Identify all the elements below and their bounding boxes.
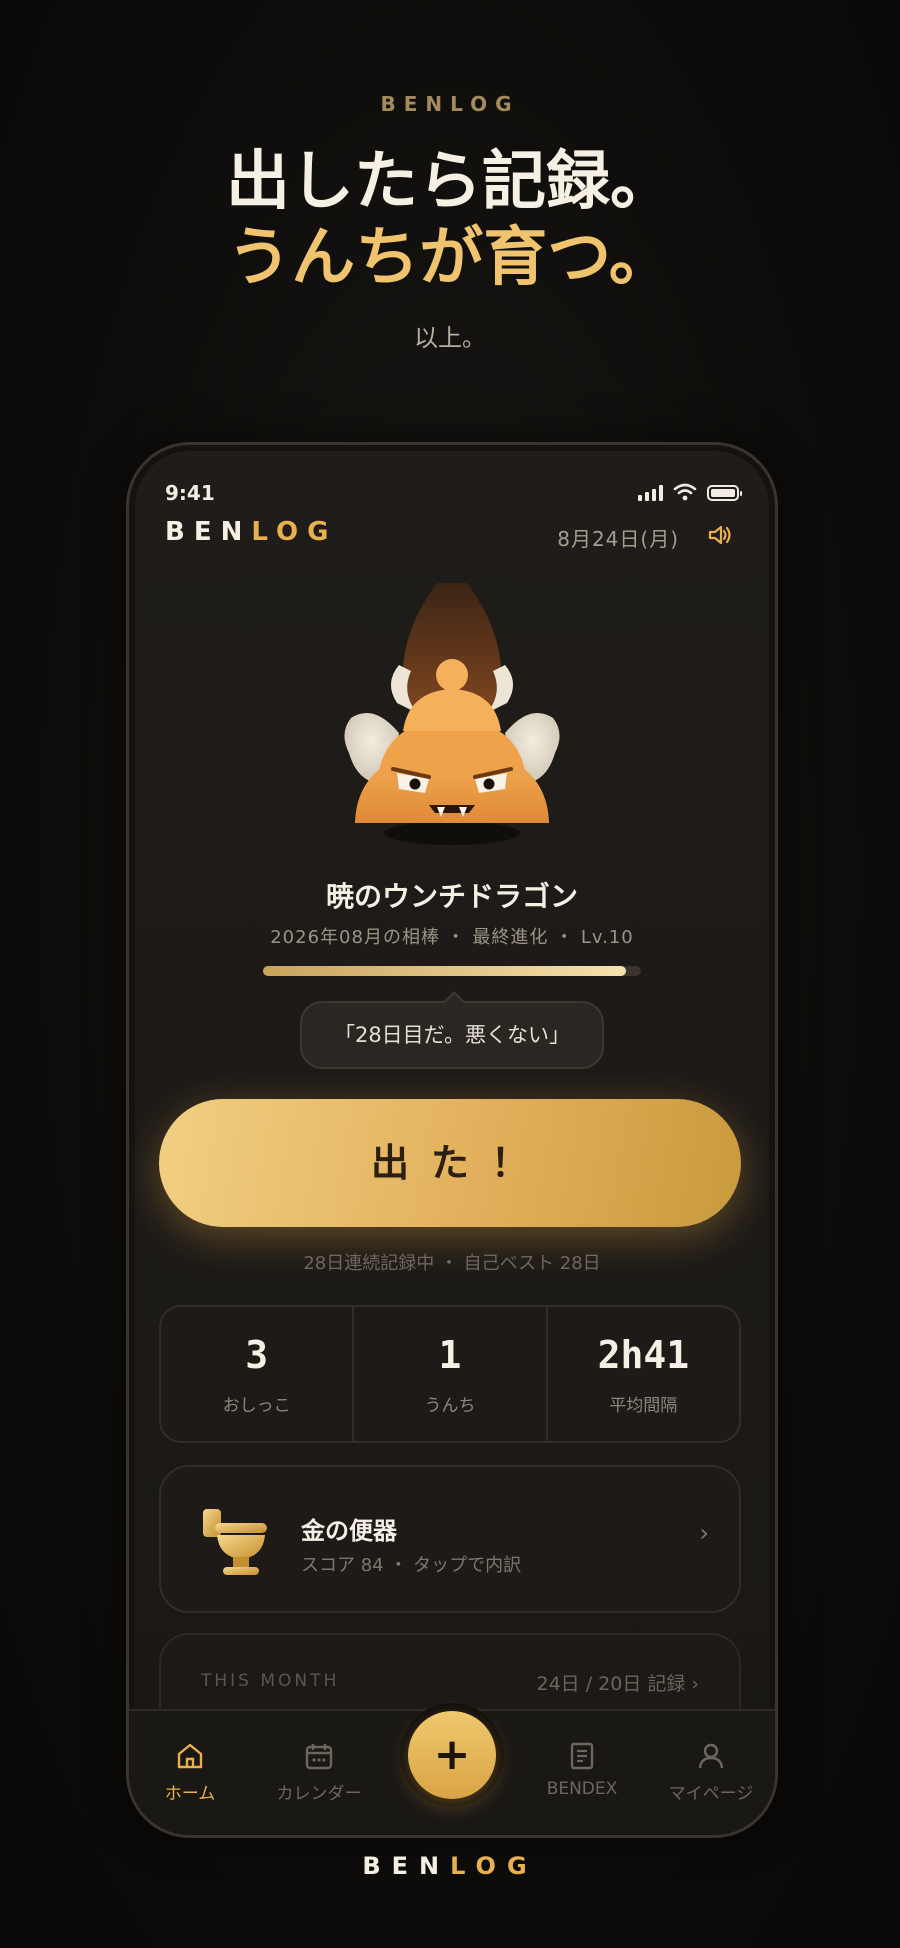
xp-bar-fill [263,966,626,976]
stat-value: 1 [438,1333,462,1377]
home-icon [177,1743,203,1769]
calendar-icon [305,1744,333,1770]
xp-bar [263,966,641,976]
current-date: 8月24日(月) [557,527,679,551]
status-time: 9:41 [165,481,215,505]
pet-meta: 2026年08月の相棒 ・ 最終進化 ・ Lv.10 [270,927,634,948]
stat-interval: 2h41 平均間隔 [548,1307,739,1441]
stat-label: おしっこ [222,1396,291,1416]
streak-text: 28日連続記録中 ・ 自己ベスト 28日 [303,1253,601,1274]
month-label: THIS MONTH [201,1671,340,1691]
book-icon [570,1742,594,1770]
app-header: BENLOG 8月24日(月) [165,517,739,557]
promo-headline: 出したら記録。 うんちが育つ。 [0,144,900,296]
promo-brand: BENLOG [380,92,520,116]
tab-label: BENDEX [546,1779,618,1799]
add-record-button[interactable]: + [400,1703,504,1807]
battery-icon [707,485,742,501]
tab-label: カレンダー [276,1784,362,1804]
stats-panel: 3 おしっこ 1 うんち 2h41 平均間隔 [159,1305,741,1443]
tab-label: ホーム [164,1784,216,1804]
stat-label: 平均間隔 [609,1396,678,1416]
stat-poop: 1 うんち [354,1307,548,1441]
user-icon [698,1743,724,1769]
tab-label: マイページ [668,1784,754,1804]
speaker-icon[interactable] [707,523,733,547]
stat-value: 2h41 [597,1333,690,1377]
wifi-icon [673,483,697,501]
month-count: 24日 / 20日 記録 › [536,1673,699,1695]
speech-bubble: 「28日目だ。悪くない」 [300,991,604,1069]
log-button[interactable]: 出た！ [159,1099,741,1227]
promo-tagline: 以上。 [414,324,486,352]
chevron-right-icon: › [699,1519,709,1547]
stat-value: 3 [245,1333,269,1377]
tab-bendex[interactable]: BENDEX [517,1741,647,1799]
golden-toilet-icon [203,1509,267,1575]
headline-line-1: 出したら記録。 [226,145,674,219]
toilet-card[interactable]: 金の便器 スコア 84 ・ タップで内訳 › [159,1465,741,1613]
plus-icon: + [408,1711,496,1799]
toilet-title: 金の便器 [301,1517,397,1545]
phone-frame: 9:41 BENLOG 8月24日(月) 暁のウンチドラゴン 2026年08月の… [126,442,778,1838]
app-logo: BENLOG [165,517,338,547]
tab-bar: ホーム カレンダー + BENDEX マイページ [129,1703,775,1835]
footer-logo: BENLOG [362,1852,538,1880]
tab-calendar[interactable]: カレンダー [254,1741,384,1804]
tab-mypage[interactable]: マイページ [646,1741,775,1804]
pet-name: 暁のウンチドラゴン [325,880,578,913]
dragon-mascot[interactable] [329,583,575,853]
stat-label: うんち [424,1396,476,1416]
toilet-subtitle: スコア 84 ・ タップで内訳 [301,1555,522,1576]
signal-icon [638,485,663,501]
headline-line-2: うんちが育つ。 [227,221,673,295]
status-bar: 9:41 [165,465,742,505]
tab-home[interactable]: ホーム [129,1741,255,1804]
stat-pee: 3 おしっこ [161,1307,355,1441]
